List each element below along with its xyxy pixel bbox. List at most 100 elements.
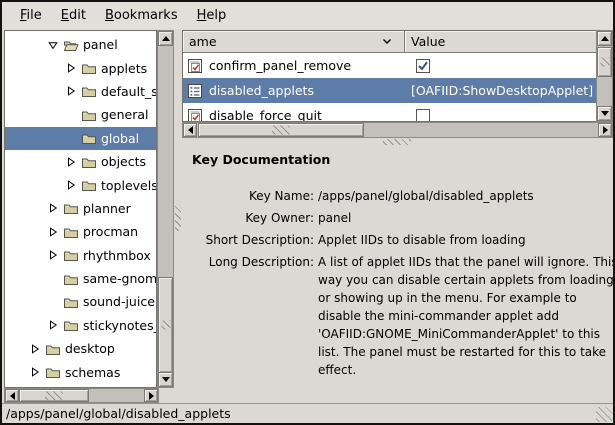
status-key-path: /apps/panel/global/disabled_applets bbox=[6, 406, 231, 421]
tree-scrollbar-thumb[interactable] bbox=[158, 277, 173, 373]
doc-field-value: Applet IIDs to disable from loading bbox=[318, 231, 613, 249]
expander-collapsed-icon[interactable] bbox=[48, 250, 58, 260]
scroll-up-button[interactable] bbox=[597, 31, 612, 46]
doc-field-label: Long Description: bbox=[192, 253, 314, 379]
column-header-name[interactable]: ame bbox=[183, 31, 405, 53]
key-documentation-title: Key Documentation bbox=[192, 152, 613, 167]
tree-row[interactable]: applets bbox=[5, 56, 156, 79]
tree-row[interactable]: rhythmbox bbox=[5, 244, 156, 267]
doc-field-label: Short Description: bbox=[192, 231, 314, 249]
key-list: confirm_panel_remove disabled_applets[OAF… bbox=[183, 53, 596, 121]
folder-icon bbox=[63, 272, 79, 286]
tree-item-label: planner bbox=[83, 201, 131, 216]
tree-item-label: objects bbox=[101, 154, 146, 169]
menu-edit[interactable]: Edit bbox=[53, 5, 94, 26]
value-checkbox-unchecked[interactable] bbox=[416, 109, 430, 122]
arrow-right-icon bbox=[149, 392, 154, 400]
tree-hscrollbar-thumb[interactable] bbox=[19, 389, 89, 402]
tree-row[interactable]: schemas bbox=[5, 360, 156, 383]
tree-horizontal-scrollbar[interactable] bbox=[4, 388, 159, 403]
arrow-up-icon bbox=[162, 36, 170, 41]
arrow-right-icon bbox=[603, 126, 608, 134]
status-bar: /apps/panel/global/disabled_applets bbox=[2, 403, 613, 423]
menu-bookmarks[interactable]: Bookmarks bbox=[97, 5, 186, 26]
expander-collapsed-icon[interactable] bbox=[48, 320, 58, 330]
tree-row[interactable]: planner bbox=[5, 197, 156, 220]
expander-collapsed-icon[interactable] bbox=[48, 227, 58, 237]
scroll-up-button[interactable] bbox=[158, 31, 173, 46]
tree-vertical-scrollbar[interactable] bbox=[157, 30, 174, 388]
folder-icon bbox=[81, 84, 97, 98]
tree-pane: panelapplets default_segeneralglobal objec… bbox=[2, 29, 174, 403]
arrow-left-icon bbox=[188, 126, 193, 134]
scroll-left-button[interactable] bbox=[183, 123, 197, 137]
expander-collapsed-icon[interactable] bbox=[66, 63, 76, 73]
folder-icon bbox=[63, 225, 79, 239]
thumb-grip bbox=[161, 321, 170, 330]
scroll-left-button[interactable] bbox=[5, 389, 19, 402]
tree-row[interactable]: default_se bbox=[5, 80, 156, 103]
value-text: [OAFIID:ShowDesktopApplet] bbox=[411, 83, 593, 98]
folder-icon bbox=[81, 131, 97, 145]
key-name-label: disable_force_quit bbox=[209, 108, 322, 121]
folder-icon bbox=[45, 342, 61, 356]
tree-row[interactable]: sound-juicer bbox=[5, 290, 156, 313]
expander-collapsed-icon[interactable] bbox=[66, 157, 76, 167]
pane-splitter-vertical[interactable] bbox=[174, 29, 182, 403]
tree-row[interactable]: stickynotes_ bbox=[5, 314, 156, 337]
table-row[interactable]: disable_force_quit bbox=[183, 103, 596, 121]
tree-row[interactable]: desktop bbox=[5, 337, 156, 360]
expander-collapsed-icon[interactable] bbox=[30, 344, 40, 354]
folder-icon bbox=[63, 248, 79, 262]
table-row[interactable]: confirm_panel_remove bbox=[183, 53, 596, 78]
tree-row[interactable]: toplevels bbox=[5, 173, 156, 196]
scroll-right-button[interactable] bbox=[144, 389, 158, 402]
folder-icon bbox=[45, 365, 61, 379]
expander-collapsed-icon[interactable] bbox=[66, 86, 76, 96]
key-name-label: confirm_panel_remove bbox=[209, 58, 351, 73]
tree-item-label: same-gnome bbox=[83, 271, 157, 286]
doc-field-label: Key Name: bbox=[192, 187, 314, 205]
scroll-right-button[interactable] bbox=[598, 123, 612, 137]
menu-bar: File Edit Bookmarks Help bbox=[2, 2, 613, 29]
tree-row[interactable]: procman bbox=[5, 220, 156, 243]
column-header-value[interactable]: Value bbox=[405, 31, 596, 53]
list-scrollbar-thumb[interactable] bbox=[597, 47, 612, 77]
list-horizontal-scrollbar[interactable] bbox=[182, 122, 613, 138]
tree-row[interactable]: same-gnome bbox=[5, 267, 156, 290]
scroll-down-button[interactable] bbox=[597, 106, 612, 121]
tree-row[interactable]: general bbox=[5, 103, 156, 126]
tree-row[interactable]: panel bbox=[5, 33, 156, 56]
list-vertical-scrollbar[interactable] bbox=[596, 30, 613, 122]
splitter-grip bbox=[383, 139, 411, 145]
config-tree: panelapplets default_segeneralglobal objec… bbox=[4, 30, 157, 388]
folder-icon bbox=[63, 318, 79, 332]
expander-spacer bbox=[66, 133, 76, 143]
expander-spacer bbox=[66, 110, 76, 120]
resize-grip[interactable] bbox=[596, 407, 612, 422]
list-header: ame Value bbox=[183, 31, 596, 53]
tree-row[interactable]: global bbox=[5, 127, 156, 150]
arrow-up-icon bbox=[601, 36, 609, 41]
pane-splitter-horizontal[interactable] bbox=[182, 138, 613, 146]
arrow-down-icon bbox=[601, 111, 609, 116]
expander-spacer bbox=[48, 297, 58, 307]
folder-icon bbox=[81, 61, 97, 75]
tree-row[interactable]: objects bbox=[5, 150, 156, 173]
scroll-down-button[interactable] bbox=[158, 372, 173, 387]
menu-file[interactable]: File bbox=[12, 5, 50, 26]
tree-item-label: default_se bbox=[101, 84, 157, 99]
expander-expanded-icon[interactable] bbox=[48, 40, 58, 50]
expander-collapsed-icon[interactable] bbox=[30, 367, 40, 377]
list-hscrollbar-thumb[interactable] bbox=[198, 123, 364, 137]
expander-collapsed-icon[interactable] bbox=[66, 180, 76, 190]
value-checkbox-checked[interactable] bbox=[416, 59, 430, 73]
expander-collapsed-icon[interactable] bbox=[48, 203, 58, 213]
menu-help[interactable]: Help bbox=[189, 5, 235, 26]
thumb-grip bbox=[45, 391, 63, 400]
table-row[interactable]: disabled_applets[OAFIID:ShowDesktopApple… bbox=[183, 78, 596, 103]
list-key-icon bbox=[187, 83, 203, 99]
key-value-cell bbox=[405, 59, 596, 73]
thumb-grip bbox=[272, 126, 290, 135]
arrow-left-icon bbox=[10, 392, 15, 400]
